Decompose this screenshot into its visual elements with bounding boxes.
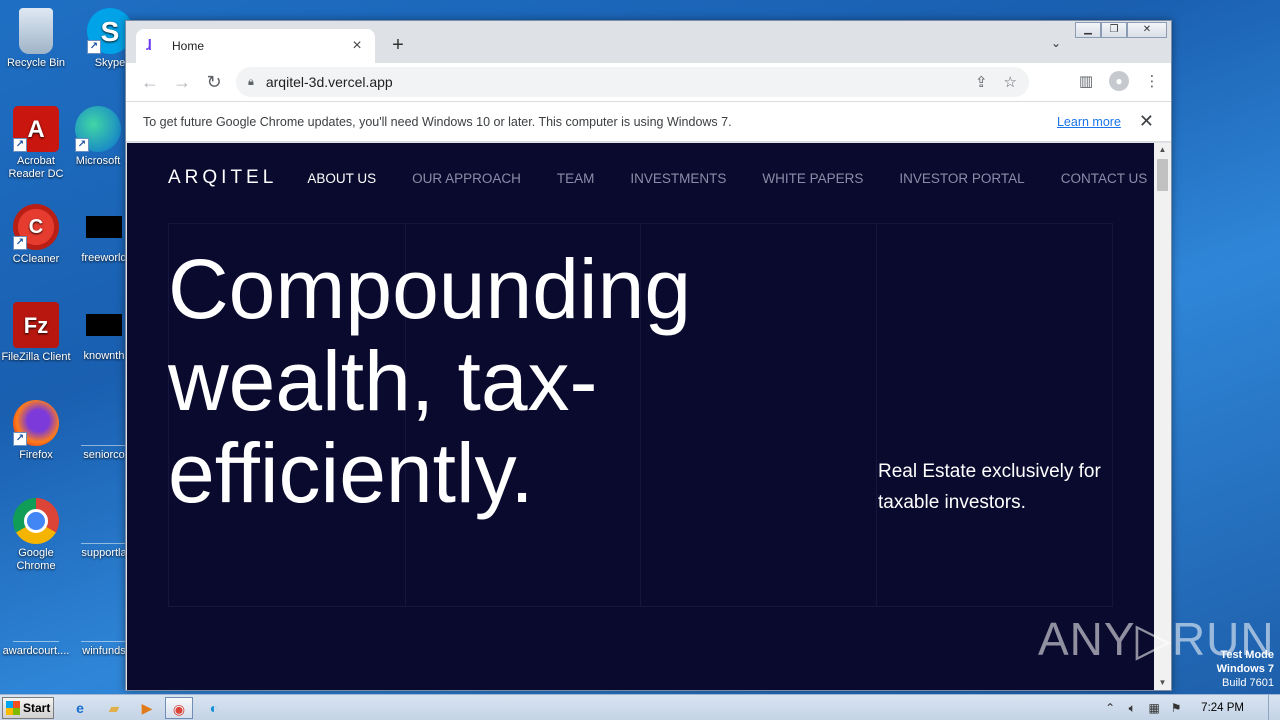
toolbar-right: ▥ ● ⋮ bbox=[1077, 71, 1161, 91]
tray-expand-icon[interactable]: ⌃ bbox=[1099, 701, 1121, 715]
file-icon bbox=[81, 596, 127, 642]
update-infobar: To get future Google Chrome updates, you… bbox=[126, 101, 1171, 142]
shortcut-arrow-icon: ↗ bbox=[13, 432, 27, 446]
taskbar: Start e ▰ ▶ ◉ ◐ ⌃ 🔈︎ ▦ ⚑ 7:24 PM bbox=[0, 694, 1280, 720]
os-label: Windows 7 bbox=[1216, 663, 1274, 675]
chrome-taskbar-icon[interactable]: ◉ bbox=[165, 697, 193, 719]
nav-white-papers[interactable]: WHITE PAPERS bbox=[762, 171, 863, 186]
start-label: Start bbox=[23, 701, 51, 715]
tab-home[interactable]: ɺ Home × bbox=[136, 29, 375, 63]
infobar-message: To get future Google Chrome updates, you… bbox=[143, 114, 732, 129]
build-label: Build 7601 bbox=[1222, 677, 1274, 689]
browser-toolbar: ← → ↻ 🔒︎ arqitel-3d.vercel.app ⇪ ☆ ▥ ● ⋮ bbox=[126, 63, 1171, 101]
hero-subtitle: Real Estate exclusively for taxable inve… bbox=[878, 461, 1101, 513]
desktop-icon-label: CCleaner bbox=[12, 253, 60, 265]
desktop-icon-label: FileZilla Client bbox=[1, 351, 71, 363]
recycle-bin-icon bbox=[19, 8, 53, 54]
windows-logo-icon bbox=[6, 701, 20, 715]
arqitel-logo[interactable]: ARQITEL bbox=[168, 167, 277, 189]
desktop-icon-label: Microsoft bbox=[75, 155, 121, 167]
nav-investments[interactable]: INVESTMENTS bbox=[630, 171, 726, 186]
nav-about-us[interactable]: ABOUT US bbox=[307, 171, 376, 186]
profile-avatar-icon[interactable]: ● bbox=[1109, 71, 1129, 91]
file-thumbnail-icon bbox=[86, 216, 122, 238]
file-icon bbox=[81, 400, 127, 446]
network-icon[interactable]: ▦ bbox=[1143, 701, 1165, 715]
page-scrollbar[interactable]: ▲ ▼ bbox=[1154, 143, 1171, 690]
desktop-icon-label: Firefox bbox=[19, 449, 53, 461]
nav-our-approach[interactable]: OUR APPROACH bbox=[412, 171, 521, 186]
test-mode-label: Test Mode bbox=[1220, 649, 1274, 661]
shortcut-arrow-icon: ↗ bbox=[87, 40, 101, 54]
hero-title: Compounding wealth, tax-efficiently. bbox=[168, 242, 692, 520]
nav-contact-us[interactable]: CONTACT US bbox=[1061, 171, 1148, 186]
test-mode-notice: Test Mode Windows 7 Build 7601 bbox=[1217, 648, 1274, 690]
show-desktop-button[interactable] bbox=[1268, 695, 1280, 720]
lock-icon[interactable]: 🔒︎ bbox=[248, 76, 254, 89]
close-tab-icon[interactable]: × bbox=[349, 37, 365, 55]
nav-investor-portal[interactable]: INVESTOR PORTAL bbox=[899, 171, 1024, 186]
arqitel-favicon-icon: ɺ bbox=[146, 37, 152, 54]
site-nav: ARQITEL ABOUT US OUR APPROACH TEAM INVES… bbox=[168, 167, 1147, 189]
firefox-icon: ↗ bbox=[13, 400, 59, 446]
side-panel-icon[interactable]: ▥ bbox=[1077, 72, 1095, 90]
bookmark-star-icon[interactable]: ☆ bbox=[1004, 73, 1017, 91]
page-viewport: ARQITEL ABOUT US OUR APPROACH TEAM INVES… bbox=[127, 143, 1154, 690]
menu-kebab-icon[interactable]: ⋮ bbox=[1143, 72, 1161, 90]
desktop-icon-ccleaner[interactable]: C ↗ CCleaner bbox=[0, 204, 72, 266]
browser-window: ▁ ❐ ✕ ɺ Home × + ⌄ ← → ↻ 🔒︎ arqitel-3d.v… bbox=[125, 20, 1172, 691]
tab-strip: ɺ Home × + ⌄ bbox=[126, 21, 1171, 63]
ccleaner-icon: C ↗ bbox=[13, 204, 59, 250]
shortcut-arrow-icon: ↗ bbox=[13, 236, 27, 250]
forward-button[interactable]: → bbox=[166, 72, 198, 93]
desktop-icon-google-chrome[interactable]: Google Chrome bbox=[0, 498, 72, 573]
file-thumbnail-icon bbox=[86, 314, 122, 336]
volume-icon[interactable]: 🔈︎ bbox=[1121, 701, 1143, 716]
close-infobar-icon[interactable]: ✕ bbox=[1139, 111, 1154, 132]
shortcut-arrow-icon: ↗ bbox=[13, 138, 27, 152]
scroll-down-arrow-icon[interactable]: ▼ bbox=[1154, 676, 1171, 690]
desktop-icon-edge[interactable]: ↗ Microsoft bbox=[62, 106, 134, 168]
chrome-icon bbox=[13, 498, 59, 544]
desktop-icon-label: Recycle Bin bbox=[6, 57, 66, 69]
desktop-icon-label: awardcourt.... bbox=[2, 645, 70, 657]
desktop-icon-label: Google Chrome bbox=[16, 547, 56, 572]
desktop-icon-filezilla[interactable]: Fz FileZilla Client bbox=[0, 302, 72, 364]
acrobat-icon: A ↗ bbox=[13, 106, 59, 152]
action-center-flag-icon[interactable]: ⚑ bbox=[1165, 701, 1187, 715]
file-icon bbox=[13, 596, 59, 642]
media-player-icon[interactable]: ▶ bbox=[133, 697, 161, 719]
address-bar[interactable]: 🔒︎ arqitel-3d.vercel.app ⇪ ☆ bbox=[236, 67, 1029, 97]
desktop-icon-recycle-bin[interactable]: Recycle Bin bbox=[0, 8, 72, 70]
new-tab-button[interactable]: + bbox=[388, 35, 408, 55]
desktop-icon-awardcourt[interactable]: awardcourt.... bbox=[0, 596, 72, 658]
system-tray: ⌃ 🔈︎ ▦ ⚑ 7:24 PM bbox=[1099, 695, 1280, 720]
desktop-icon-firefox[interactable]: ↗ Firefox bbox=[0, 400, 72, 462]
reload-button[interactable]: ↻ bbox=[198, 72, 230, 93]
shortcut-arrow-icon: ↗ bbox=[75, 138, 89, 152]
share-icon[interactable]: ⇪ bbox=[975, 73, 988, 91]
tab-title: Home bbox=[172, 39, 205, 53]
grid-line bbox=[876, 224, 877, 606]
internet-explorer-icon[interactable]: e bbox=[66, 697, 94, 719]
edge-icon: ↗ bbox=[75, 106, 121, 152]
back-button[interactable]: ← bbox=[134, 72, 166, 93]
edge-taskbar-icon[interactable]: ◐ bbox=[200, 697, 228, 719]
scroll-up-arrow-icon[interactable]: ▲ bbox=[1154, 143, 1171, 157]
start-button[interactable]: Start bbox=[2, 697, 54, 719]
file-icon bbox=[81, 498, 127, 544]
nav-team[interactable]: TEAM bbox=[557, 171, 595, 186]
tab-search-chevron-icon[interactable]: ⌄ bbox=[1051, 36, 1061, 50]
learn-more-link[interactable]: Learn more bbox=[1057, 115, 1121, 129]
filezilla-icon: Fz bbox=[13, 302, 59, 348]
scroll-thumb[interactable] bbox=[1157, 159, 1168, 191]
file-explorer-icon[interactable]: ▰ bbox=[100, 697, 128, 719]
clock[interactable]: 7:24 PM bbox=[1201, 702, 1244, 714]
url-text[interactable]: arqitel-3d.vercel.app bbox=[266, 74, 959, 90]
